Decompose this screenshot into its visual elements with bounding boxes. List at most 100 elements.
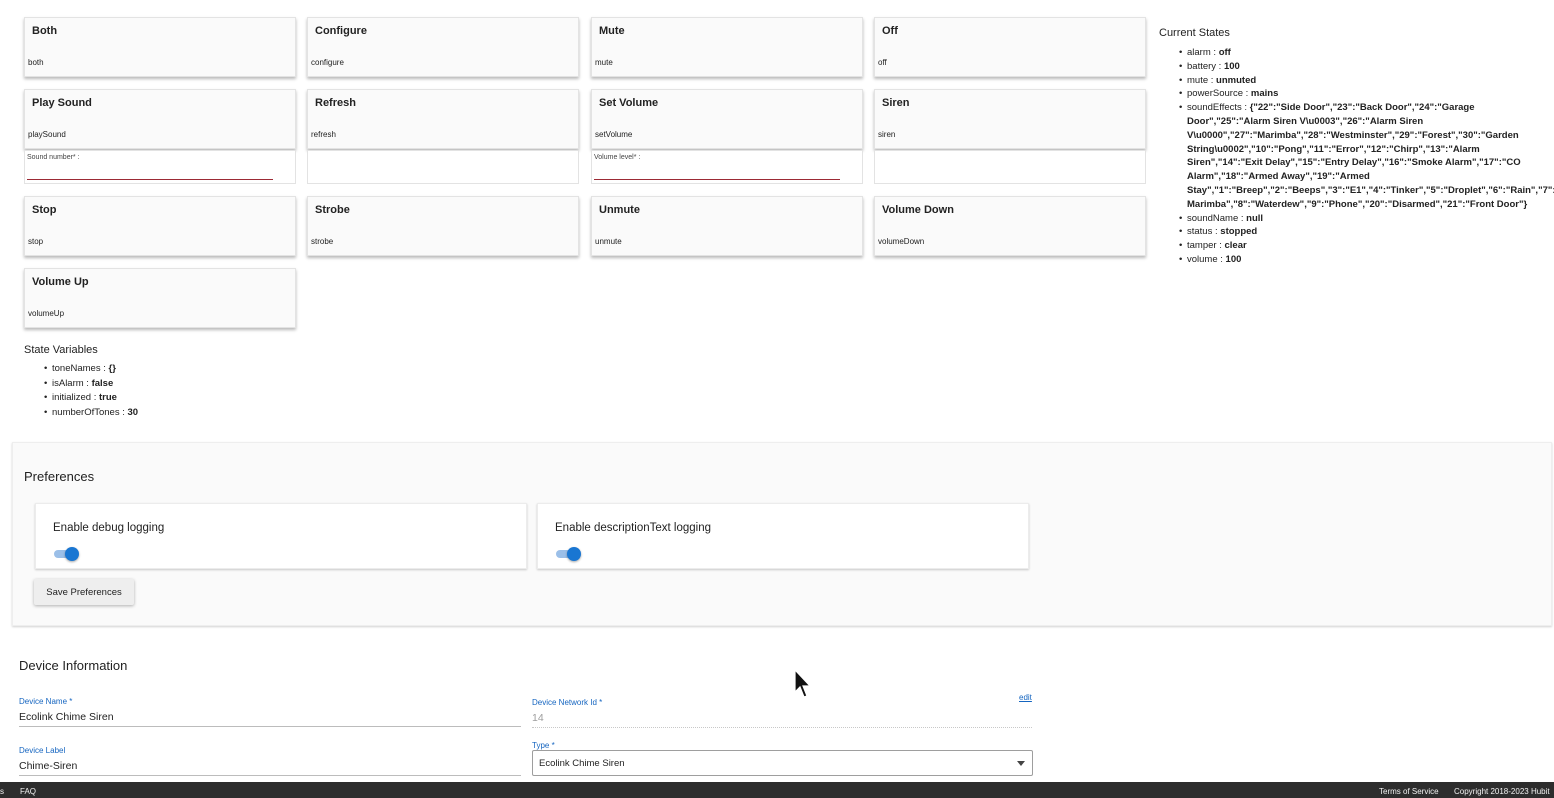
- device-network-id-input: [532, 709, 1032, 728]
- state-value-line: Marimba","8":"Waterdew","9":"Phone","20"…: [1187, 198, 1528, 210]
- command-play-sound[interactable]: Play Sound playSound: [24, 89, 296, 149]
- state-name: tamper: [1187, 240, 1217, 252]
- state-value: off: [1218, 47, 1231, 58]
- state-name: soundName: [1187, 212, 1239, 224]
- state-variables-list: toneNames : {} isAlarm : false initializ…: [44, 362, 138, 420]
- command-method: stop: [28, 237, 44, 246]
- state-value: clear: [1224, 240, 1247, 252]
- sound-number-input[interactable]: [27, 164, 273, 180]
- command-both[interactable]: Both both: [24, 17, 296, 77]
- state-item: volume : 100: [1179, 253, 1554, 267]
- save-preferences-button[interactable]: Save Preferences: [34, 579, 134, 605]
- command-title: Strobe: [315, 204, 350, 216]
- footer-faq-link[interactable]: FAQ: [20, 787, 36, 796]
- edit-network-id-link[interactable]: edit: [1019, 693, 1032, 702]
- footer-link-cut[interactable]: s: [0, 787, 4, 796]
- command-strobe[interactable]: Strobe strobe: [307, 196, 579, 256]
- command-volume-down[interactable]: Volume Down volumeDown: [874, 196, 1146, 256]
- description-logging-toggle[interactable]: [555, 547, 581, 561]
- state-value: 100: [1225, 253, 1242, 265]
- state-value-line: String\u0002","10":"Pong","11":"Error","…: [1187, 143, 1480, 155]
- state-item: soundName : null: [1179, 212, 1554, 226]
- footer-terms-link[interactable]: Terms of Service: [1379, 787, 1439, 796]
- sound-number-label: Sound number* :: [27, 154, 80, 161]
- variable-value: {}: [108, 363, 116, 374]
- command-title: Configure: [315, 25, 367, 37]
- command-method: volumeDown: [878, 237, 925, 246]
- variable-value: false: [91, 377, 114, 389]
- command-configure[interactable]: Configure configure: [307, 17, 579, 77]
- debug-logging-toggle[interactable]: [53, 547, 79, 561]
- state-name: status: [1187, 226, 1213, 238]
- command-siren[interactable]: Siren siren: [874, 89, 1146, 149]
- device-network-id-label: Device Network Id *: [532, 698, 603, 707]
- command-title: Set Volume: [599, 97, 659, 109]
- state-name: battery: [1187, 60, 1217, 72]
- device-name-input[interactable]: [19, 708, 521, 727]
- state-item: tamper : clear: [1179, 239, 1554, 253]
- variable-item: toneNames : {}: [44, 362, 138, 377]
- command-title: Off: [882, 25, 898, 37]
- state-item: soundEffects : {"22":"Side Door","23":"B…: [1179, 101, 1554, 211]
- state-item: alarm : off: [1179, 46, 1554, 60]
- command-volume-up[interactable]: Volume Up volumeUp: [24, 268, 296, 328]
- variable-value: true: [99, 392, 117, 403]
- preferences-panel: Preferences Enable debug logging Enable …: [12, 442, 1552, 626]
- command-title: Siren: [882, 97, 910, 109]
- command-method: configure: [311, 58, 344, 67]
- state-value-line: Alarm","18":"Armed Away","19":"Armed: [1187, 171, 1370, 183]
- volume-level-input[interactable]: [594, 164, 840, 180]
- chevron-down-icon: [1017, 761, 1025, 766]
- command-refresh[interactable]: Refresh refresh: [307, 89, 579, 149]
- command-method: setVolume: [595, 130, 633, 139]
- variable-name: initialized: [52, 392, 92, 403]
- variable-name: isAlarm: [52, 377, 84, 389]
- variable-value: 30: [127, 406, 139, 418]
- state-value: stopped: [1220, 226, 1258, 238]
- device-name-label: Device Name *: [19, 697, 73, 706]
- state-item: powerSource : mains: [1179, 87, 1554, 101]
- command-title: Stop: [32, 204, 57, 216]
- refresh-param-area: [307, 150, 579, 184]
- state-value-line: Door","25":"Alarm Siren V\u0003","26":"A…: [1187, 115, 1424, 127]
- variable-item: initialized : true: [44, 391, 138, 406]
- type-select[interactable]: Ecolink Chime Siren: [532, 750, 1033, 776]
- command-title: Mute: [599, 25, 625, 37]
- state-variables-title: State Variables: [24, 344, 98, 356]
- command-mute[interactable]: Mute mute: [591, 17, 863, 77]
- variable-item: numberOfTones : 30: [44, 406, 138, 421]
- command-set-volume[interactable]: Set Volume setVolume: [591, 89, 863, 149]
- command-title: Volume Down: [882, 204, 954, 216]
- play-sound-param: Sound number* :: [24, 150, 296, 184]
- debug-logging-card: Enable debug logging: [35, 503, 527, 569]
- footer-bar: s FAQ Terms of Service Copyright 2018-20…: [0, 782, 1554, 798]
- description-logging-card: Enable descriptionText logging: [537, 503, 1029, 569]
- toggle-knob: [65, 547, 79, 561]
- state-name: soundEffects: [1187, 102, 1242, 114]
- state-value-line: Stay","1":"Breep","2":"Beeps","3":"E1","…: [1187, 184, 1554, 196]
- variable-name: toneNames: [52, 363, 101, 374]
- state-value-line: V\u0000","27":"Marimba","28":"Westminste…: [1187, 129, 1519, 141]
- device-label-input[interactable]: [19, 757, 521, 776]
- command-method: refresh: [311, 130, 336, 139]
- state-name: mute: [1187, 74, 1209, 86]
- description-logging-label: Enable descriptionText logging: [555, 522, 711, 534]
- command-off[interactable]: Off off: [874, 17, 1146, 77]
- device-information-title: Device Information: [19, 658, 128, 673]
- state-value: unmuted: [1216, 74, 1257, 86]
- variable-name: numberOfTones: [52, 406, 120, 418]
- mouse-cursor-icon: [794, 669, 812, 698]
- state-value: {"22":"Side Door","23":"Back Door","24":…: [1249, 102, 1475, 114]
- state-value: 100: [1223, 60, 1240, 72]
- volume-level-label: Volume level* :: [594, 154, 641, 161]
- state-item: mute : unmuted: [1179, 74, 1554, 88]
- command-title: Volume Up: [32, 276, 89, 288]
- set-volume-param: Volume level* :: [591, 150, 863, 184]
- command-stop[interactable]: Stop stop: [24, 196, 296, 256]
- command-method: mute: [595, 58, 613, 67]
- state-name: powerSource: [1187, 88, 1243, 100]
- command-unmute[interactable]: Unmute unmute: [591, 196, 863, 256]
- current-states-title: Current States: [1159, 27, 1230, 39]
- state-item: status : stopped: [1179, 225, 1554, 239]
- state-name: alarm: [1187, 47, 1211, 58]
